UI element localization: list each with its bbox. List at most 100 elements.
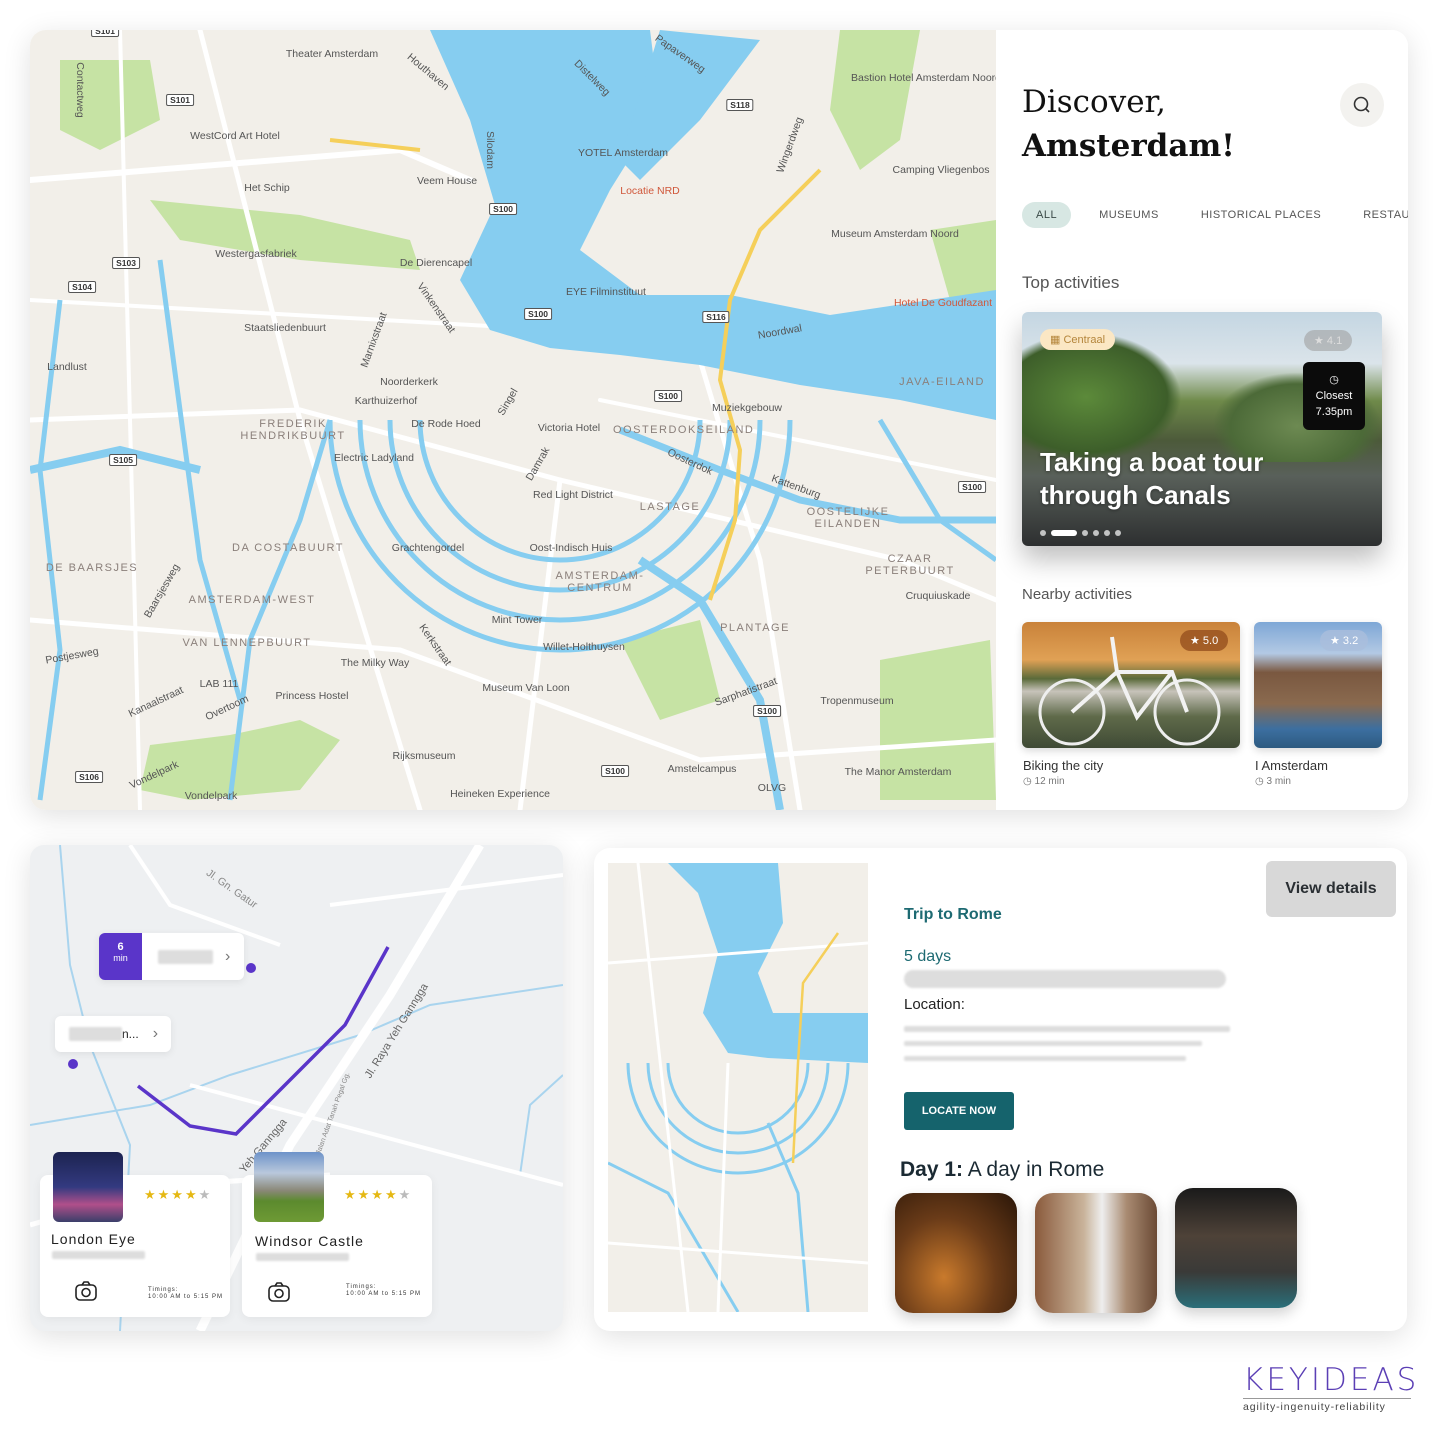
top-activities-heading: Top activities [1022,273,1120,292]
map-label: Museum Van Loon [482,682,570,694]
place-name: Windsor Castle [255,1233,364,1249]
trip-mini-map[interactable] [608,863,868,1312]
place-name: London Eye [51,1231,136,1247]
map-label: Contactweg [74,62,86,118]
map-label: Noorderkerk [380,376,438,388]
origin-callout[interactable]: n... › [55,1016,171,1052]
amsterdam-map[interactable]: Theater Amsterdam WestCord Art Hotel Het S… [30,30,1001,810]
map-label: Mint Tower [491,614,543,626]
day-title: A day in Rome [967,1158,1105,1181]
time-value: 12 min [1034,776,1065,787]
district-label: DA COSTABUURT [232,542,344,554]
timing-value: 10:00 AM to 5:15 PM [346,1291,422,1297]
map-label: Locatie NRD [620,185,680,197]
map-label: YOTEL Amsterdam [577,147,669,159]
locate-now-button[interactable]: LOCATE NOW [904,1092,1014,1130]
star-icon: ★ [1314,335,1327,347]
eta-callout[interactable]: 6 min › [99,933,244,980]
rating-badge: ★ 5.0 [1180,630,1229,651]
timing-label: Timings: [148,1287,179,1293]
carousel-dots[interactable] [1040,530,1121,536]
map-label: Oost-Indisch Huis [529,542,613,554]
road-shield: S103 [112,257,140,269]
map-label: Willet-Holthuysen [543,641,625,653]
location-tag: ▦ Centraal [1040,329,1116,350]
road-shield: S100 [654,390,682,402]
windsor-castle-photo [254,1152,324,1222]
map-label: Victoria Hotel [537,422,601,434]
nearby-card-biking[interactable]: ★ 5.0 [1022,622,1240,748]
origin-marker [68,1059,78,1069]
rating-badge: ★ 4.1 [1304,330,1353,351]
map-label: Bastion Hotel Amsterdam Noord [851,72,1001,84]
closest-label: Closest [1315,390,1353,402]
rating-value: 3.2 [1342,635,1359,647]
rating-badge: ★ 3.2 [1320,630,1369,651]
map-label: Muziekgebouw [711,402,783,414]
map-label: De Dierencapel [399,257,473,269]
camera-icon[interactable] [75,1281,97,1301]
map-label: Red Light District [533,489,613,501]
map-label: Westergasfabriek [215,248,297,260]
redacted-text [904,1056,1186,1061]
eta-unit: min [113,953,128,963]
route-map-card[interactable]: Jl. Gn. Gatur Jl. Raya Yeh Ganngga Yeh G… [30,845,563,1331]
road-shield: S100 [524,308,552,320]
road-shield: S101 [166,94,194,106]
top-activity-card[interactable]: ▦ Centraal ★ 4.1 ◷ Closest 7.35pm Taking… [1022,312,1382,546]
map-label: Camping Vliegenbos [892,164,990,176]
district-label: LASTAGE [639,501,701,513]
road-shield: S100 [601,765,629,777]
camera-icon[interactable] [268,1282,290,1302]
district-label: AMSTERDAM-CENTRUM [555,570,645,594]
district-label: OOSTELIJKE EILANDEN [806,506,890,530]
tab-restaurants[interactable]: RESTAURAN [1349,202,1408,228]
title-line: through Canals [1040,480,1231,510]
eta-badge: 6 min [99,933,142,980]
search-icon [1353,96,1370,113]
map-label: Princess Hostel [275,690,349,702]
trip-duration: 5 days [904,948,952,965]
nearby-title: I Amsterdam [1255,758,1328,773]
photo-trees [1022,332,1182,462]
district-label: DE BAARSJES [45,562,139,574]
category-tabs: ALL MUSEUMS HISTORICAL PLACES RESTAURAN [1022,202,1408,228]
nearby-activities-heading: Nearby activities [1022,586,1133,603]
map-label: OLVG [757,782,787,794]
nearby-time: ◷ 12 min [1023,776,1065,787]
map-label: Amstelcampus [667,763,737,775]
tab-all[interactable]: ALL [1022,202,1072,228]
map-label: Hotel De Goudfazant [893,297,993,309]
callout-text: n... [122,1027,139,1041]
colosseum-photo[interactable] [895,1193,1017,1313]
map-label: Silodam [484,131,496,169]
location-label: Location: [904,996,965,1013]
map-label: Het Schip [244,182,290,194]
rating-value: 4.1 [1326,335,1343,347]
destination-marker [246,963,256,973]
nearby-card-amsterdam[interactable]: ★ 3.2 [1254,622,1382,748]
map-label: Staatsliedenbuurt [244,322,326,334]
trevi-fountain-photo[interactable] [1175,1188,1297,1308]
search-button[interactable] [1340,83,1384,127]
district-label: AMSTERDAM-WEST [188,594,316,606]
road-shield: S101 [91,30,119,37]
road-shield: S105 [109,454,137,466]
map-label: Tropenmuseum [820,695,894,707]
tab-museums[interactable]: MUSEUMS [1085,202,1173,228]
chevron-right-icon: › [152,1025,159,1042]
road-shield: S100 [958,481,986,493]
view-details-button[interactable]: View details [1266,861,1396,917]
tab-historical-places[interactable]: HISTORICAL PLACES [1187,202,1335,228]
redacted-text [69,1027,122,1041]
rome-street-photo[interactable] [1035,1193,1157,1313]
map-label: Museum Amsterdam Noord [831,228,959,240]
trip-title: Trip to Rome [904,906,1002,923]
district-label: PLANTAGE [720,622,790,634]
timings: Timings: 10:00 AM to 5:15 PM [346,1284,421,1298]
map-label: Veem House [416,175,478,187]
map-label: Electric Ladyland [334,452,414,464]
star-rating: ★★★★★ [344,1187,413,1202]
road-shield: S116 [702,311,730,323]
redacted-text [904,1026,1230,1032]
